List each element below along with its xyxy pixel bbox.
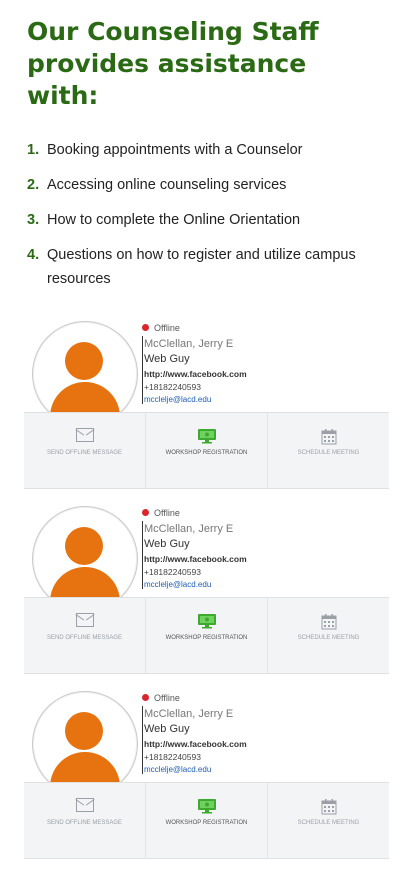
counselor-url[interactable]: http://www.facebook.com — [144, 369, 247, 379]
page-heading: Our Counseling Staff provides assistance… — [27, 16, 397, 112]
item-text: Booking appointments with a Counselor — [47, 142, 303, 158]
schedule-meeting-button[interactable]: SCHEDULE MEETING — [268, 413, 389, 488]
counselor-email-link[interactable]: mcclelje@lacd.edu — [144, 395, 211, 404]
counselor-title: Web Guy — [144, 353, 190, 365]
counselor-phone: +18182240593 — [144, 567, 201, 577]
action-label: SEND OFFLINE MESSAGE — [46, 450, 122, 456]
action-label: SCHEDULE MEETING — [297, 820, 360, 826]
send-offline-message-button[interactable]: SEND OFFLINE MESSAGE — [24, 783, 146, 858]
calendar-icon — [321, 613, 337, 635]
counselor-card: Offline McClellan, Jerry E Web Guy http:… — [24, 318, 389, 489]
envelope-icon — [75, 428, 94, 442]
divider — [142, 336, 143, 404]
calendar-icon — [321, 798, 337, 820]
heading-line: provides assistance — [27, 49, 307, 78]
workshop-monitor-icon — [197, 428, 217, 449]
calendar-icon — [321, 428, 337, 450]
workshop-monitor-icon — [197, 798, 217, 819]
counselor-email-link[interactable]: mcclelje@lacd.edu — [144, 580, 211, 589]
envelope-icon — [75, 798, 94, 812]
offline-dot-icon — [142, 509, 149, 517]
service-item: 1. Booking appointments with a Counselor — [27, 138, 397, 162]
schedule-meeting-button[interactable]: SCHEDULE MEETING — [268, 783, 389, 858]
item-text: How to complete the Online Orientation — [47, 212, 301, 228]
counselor-title: Web Guy — [144, 723, 190, 735]
heading-line: Our Counseling Staff — [27, 17, 319, 46]
status-indicator: Offline — [142, 693, 180, 703]
action-label: WORKSHOP REGISTRATION — [165, 820, 248, 826]
action-bar: SEND OFFLINE MESSAGE WORKSHOP REGISTRATI… — [24, 782, 389, 859]
counselor-phone: +18182240593 — [144, 382, 201, 392]
service-item: 2. Accessing online counseling services — [27, 173, 397, 197]
action-label: WORKSHOP REGISTRATION — [165, 450, 248, 456]
status-text: Offline — [154, 693, 180, 703]
schedule-meeting-button[interactable]: SCHEDULE MEETING — [268, 598, 389, 673]
counselor-card: Offline McClellan, Jerry E Web Guy http:… — [24, 503, 389, 674]
counselor-url[interactable]: http://www.facebook.com — [144, 739, 247, 749]
item-text: Questions on how to register and utilize… — [47, 247, 356, 287]
action-label: SEND OFFLINE MESSAGE — [46, 820, 122, 826]
item-number: 1. — [27, 142, 40, 158]
workshop-registration-button[interactable]: WORKSHOP REGISTRATION — [146, 413, 268, 488]
action-label: SEND OFFLINE MESSAGE — [46, 635, 122, 641]
workshop-monitor-icon — [197, 613, 217, 634]
action-label: WORKSHOP REGISTRATION — [165, 635, 248, 641]
counselor-card: Offline McClellan, Jerry E Web Guy http:… — [24, 688, 389, 859]
offline-dot-icon — [142, 694, 149, 702]
counselor-name: McClellan, Jerry E — [144, 338, 234, 350]
action-label: SCHEDULE MEETING — [297, 450, 360, 456]
service-item: 3. How to complete the Online Orientation — [27, 208, 397, 232]
send-offline-message-button[interactable]: SEND OFFLINE MESSAGE — [24, 598, 146, 673]
send-offline-message-button[interactable]: SEND OFFLINE MESSAGE — [24, 413, 146, 488]
divider — [142, 521, 143, 589]
workshop-registration-button[interactable]: WORKSHOP REGISTRATION — [146, 598, 268, 673]
service-item: 4. Questions on how to register and utili… — [27, 243, 397, 291]
counselor-title: Web Guy — [144, 538, 190, 550]
item-text: Accessing online counseling services — [47, 177, 287, 193]
heading-line: with: — [27, 81, 99, 110]
counselor-email-link[interactable]: mcclelje@lacd.edu — [144, 765, 211, 774]
counselor-url[interactable]: http://www.facebook.com — [144, 554, 247, 564]
action-bar: SEND OFFLINE MESSAGE WORKSHOP REGISTRATI… — [24, 412, 389, 489]
counselor-name: McClellan, Jerry E — [144, 708, 234, 720]
counselor-phone: +18182240593 — [144, 752, 201, 762]
offline-dot-icon — [142, 324, 149, 332]
envelope-icon — [75, 613, 94, 627]
item-number: 2. — [27, 177, 40, 193]
divider — [142, 706, 143, 774]
services-list: 1. Booking appointments with a Counselor … — [27, 138, 397, 302]
status-indicator: Offline — [142, 323, 180, 333]
status-text: Offline — [154, 323, 180, 333]
counselor-name: McClellan, Jerry E — [144, 523, 234, 535]
action-label: SCHEDULE MEETING — [297, 635, 360, 641]
action-bar: SEND OFFLINE MESSAGE WORKSHOP REGISTRATI… — [24, 597, 389, 674]
status-indicator: Offline — [142, 508, 180, 518]
item-number: 3. — [27, 212, 40, 228]
workshop-registration-button[interactable]: WORKSHOP REGISTRATION — [146, 783, 268, 858]
status-text: Offline — [154, 508, 180, 518]
item-number: 4. — [27, 247, 40, 263]
